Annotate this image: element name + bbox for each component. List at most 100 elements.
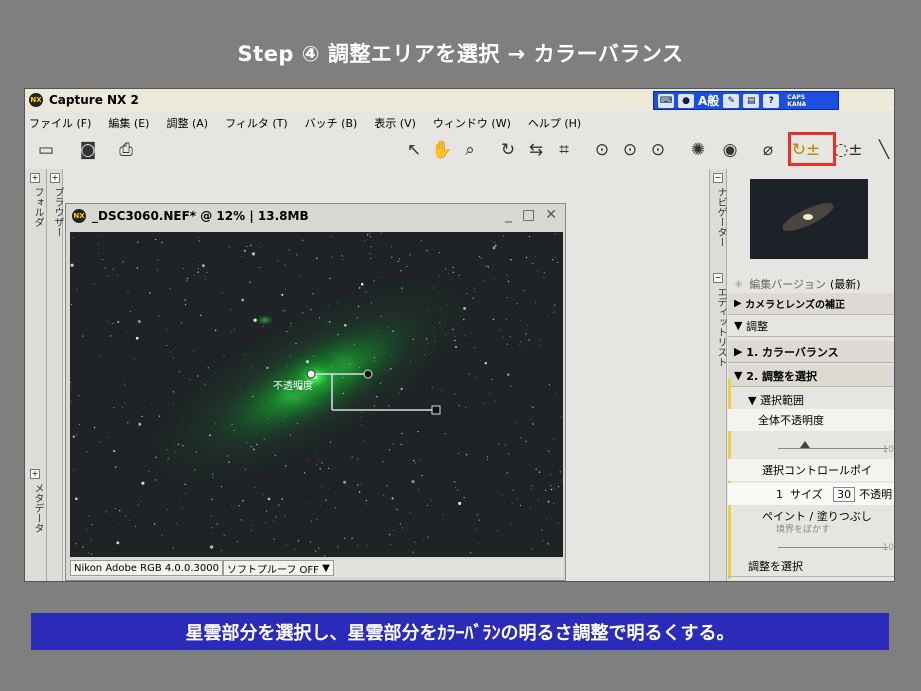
star bbox=[89, 537, 91, 539]
star bbox=[442, 514, 444, 516]
selection-range-row[interactable]: ▼ 選択範囲 bbox=[728, 389, 894, 411]
star bbox=[127, 292, 129, 294]
star bbox=[452, 271, 455, 273]
edit-version-row[interactable]: ✳ 編集バージョン (最新) bbox=[728, 273, 894, 295]
browser-panel-label[interactable]: ブラウザー bbox=[50, 187, 65, 237]
collapse-navigator-icon[interactable]: − bbox=[713, 173, 723, 183]
minimize-icon[interactable]: _ bbox=[505, 207, 512, 223]
control-point-row[interactable]: 選択コントロールポイ bbox=[728, 459, 894, 481]
star bbox=[331, 256, 333, 258]
image-window-titlebar[interactable]: NX _DSC3060.NEF* @ 12% | 13.8MB bbox=[66, 204, 565, 228]
red-eye-tool-icon[interactable]: ✺ bbox=[687, 138, 709, 162]
star bbox=[557, 261, 559, 263]
star bbox=[510, 385, 512, 387]
star bbox=[507, 453, 510, 455]
star bbox=[371, 361, 373, 363]
star bbox=[112, 322, 114, 325]
star bbox=[101, 258, 103, 261]
star bbox=[400, 387, 403, 391]
expand-browser-icon[interactable]: + bbox=[50, 173, 60, 183]
navigator-thumbnail[interactable] bbox=[750, 179, 868, 259]
folder-panel-label[interactable]: フォルダ bbox=[30, 187, 45, 227]
neutral-control-point-icon[interactable]: ⊙ bbox=[619, 138, 641, 162]
star bbox=[553, 502, 555, 504]
opacity-slider[interactable] bbox=[778, 448, 888, 449]
star bbox=[70, 263, 74, 267]
star bbox=[193, 274, 195, 276]
star bbox=[409, 511, 412, 513]
step-color-balance[interactable]: ▶ 1. カラーバランス bbox=[728, 341, 894, 363]
star bbox=[369, 232, 371, 234]
star bbox=[476, 514, 478, 516]
star bbox=[246, 245, 248, 248]
star bbox=[552, 259, 554, 261]
lasso-selection-icon[interactable]: ◌± bbox=[833, 138, 862, 162]
menu-help[interactable]: ヘルプ (H) bbox=[528, 115, 581, 131]
selection-brush-icon[interactable]: ╲ bbox=[873, 138, 894, 162]
white-control-point-icon[interactable]: ⊙ bbox=[647, 138, 669, 162]
star bbox=[200, 314, 202, 316]
star bbox=[124, 384, 126, 386]
eye-tool-icon[interactable]: ◉ bbox=[719, 138, 741, 162]
menu-edit[interactable]: 編集 (E) bbox=[108, 115, 149, 131]
ime-mode-icon[interactable]: ● bbox=[678, 93, 694, 108]
star bbox=[154, 479, 157, 481]
star bbox=[473, 346, 475, 349]
metadata-panel-label[interactable]: メタデータ bbox=[30, 483, 45, 533]
star bbox=[424, 354, 426, 356]
star bbox=[129, 310, 132, 313]
star bbox=[70, 400, 72, 402]
astro-photo[interactable]: 不透明度 bbox=[70, 232, 563, 557]
browse-camera-icon[interactable]: ◙ bbox=[77, 138, 99, 162]
star bbox=[138, 422, 142, 426]
opacity-slider-thumb[interactable] bbox=[800, 441, 810, 448]
ime-dictionary-icon[interactable]: ▤ bbox=[743, 93, 760, 108]
menu-file[interactable]: ファイル (F) bbox=[29, 115, 91, 131]
step-select-adjust[interactable]: ▼ 2. 調整を選択 bbox=[728, 365, 894, 387]
star bbox=[182, 445, 184, 447]
zoom-tool-icon[interactable]: ⌕ bbox=[459, 138, 481, 162]
ime-mode-text[interactable]: A般 bbox=[698, 92, 719, 109]
editlist-panel-label[interactable]: エディットリスト bbox=[713, 287, 728, 367]
close-icon[interactable]: ✕ bbox=[545, 207, 557, 223]
auto-retouch-brush-icon[interactable]: ⌀ bbox=[757, 138, 779, 162]
menu-batch[interactable]: バッチ (B) bbox=[305, 115, 358, 131]
menu-window[interactable]: ウィンドウ (W) bbox=[433, 115, 511, 131]
black-control-point-icon[interactable]: ⊙ bbox=[591, 138, 613, 162]
menu-view[interactable]: 表示 (V) bbox=[374, 115, 416, 131]
straighten-tool-icon[interactable]: ⇆ bbox=[525, 138, 547, 162]
star bbox=[532, 406, 534, 409]
workspace-icon[interactable]: ▭ bbox=[35, 138, 57, 162]
navigator-panel-label[interactable]: ナビゲーター bbox=[713, 187, 728, 247]
ime-tool-icon[interactable]: ✎ bbox=[723, 93, 740, 108]
expand-folder-icon[interactable]: + bbox=[30, 173, 40, 183]
star bbox=[136, 241, 139, 243]
star bbox=[531, 548, 533, 550]
direct-select-tool-icon[interactable]: ↖ bbox=[403, 138, 425, 162]
select-adjust-footer[interactable]: 調整を選択 bbox=[728, 555, 894, 577]
crop-tool-icon[interactable]: ⌗ bbox=[553, 138, 575, 162]
maximize-icon[interactable]: □ bbox=[522, 207, 535, 223]
star bbox=[351, 537, 353, 539]
menu-filter[interactable]: フィルタ (T) bbox=[225, 115, 288, 131]
edit-version-value[interactable]: (最新) bbox=[830, 276, 861, 292]
star bbox=[506, 297, 508, 299]
menu-adjust[interactable]: 調整 (A) bbox=[166, 115, 208, 131]
adjust-row[interactable]: ▼ 調整 bbox=[728, 315, 894, 337]
softproof-dropdown[interactable]: ソフトプルーフ OFF ▼ bbox=[222, 560, 334, 576]
star bbox=[472, 297, 474, 299]
star bbox=[512, 489, 514, 492]
ime-toolbar[interactable]: ⌨ ● A般 ✎ ▤ ? CAPS KANA bbox=[653, 91, 839, 110]
camera-lens-row[interactable]: ▶ カメラとレンズの補正 bbox=[728, 293, 894, 315]
expand-metadata-icon[interactable]: + bbox=[30, 469, 40, 479]
print-icon[interactable]: ⎙ bbox=[115, 138, 137, 162]
size-input[interactable]: 30 bbox=[833, 486, 856, 502]
ime-help-icon[interactable]: ? bbox=[763, 93, 780, 108]
star bbox=[365, 291, 367, 293]
feather-slider[interactable] bbox=[778, 547, 888, 548]
rotate-tool-icon[interactable]: ↻ bbox=[497, 138, 519, 162]
collapse-editlist-icon[interactable]: − bbox=[713, 273, 723, 283]
hand-tool-icon[interactable]: ✋ bbox=[431, 138, 453, 162]
star bbox=[118, 509, 121, 512]
keyboard-icon[interactable]: ⌨ bbox=[658, 93, 674, 108]
